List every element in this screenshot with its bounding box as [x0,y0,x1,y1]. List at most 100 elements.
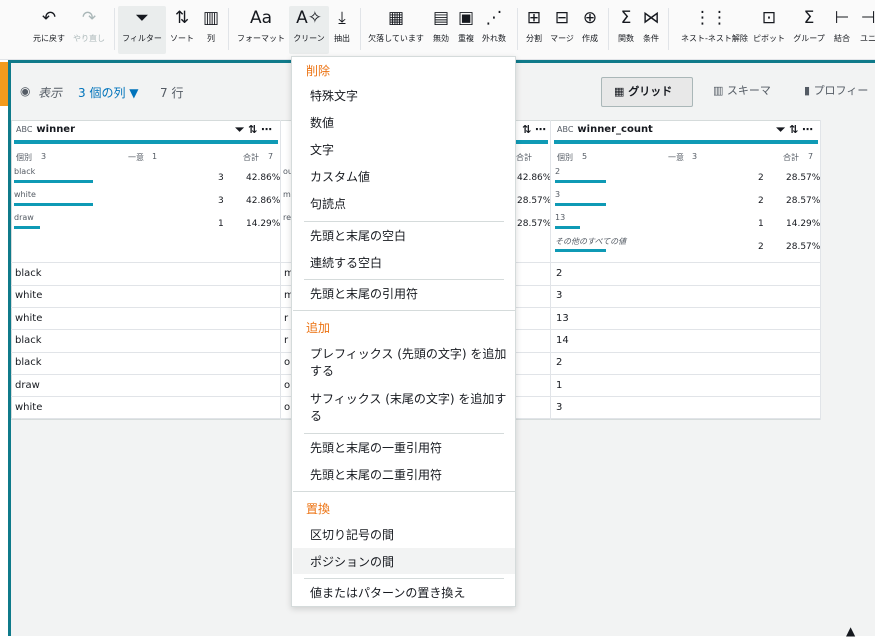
menu-divider [293,310,515,311]
table-cell[interactable]: black [15,263,42,285]
redo-icon: ↷ [81,8,97,28]
table-cell[interactable]: draw [15,375,40,397]
union-button[interactable]: ⊣ ユニ [838,6,875,44]
menu-item-add-suffix[interactable]: サフィックス (末尾の文字) を追加する [310,391,508,425]
column-count-dropdown[interactable]: 3 個の列 ▼ [78,84,139,101]
toolbar-separator [114,8,115,50]
union-icon: ⊣ [860,8,875,28]
menu-item-trim-quotes[interactable]: 先頭と末尾の引用符 [310,286,508,303]
profile-value: 13 [555,213,566,222]
profile-bar [14,203,93,206]
profile-value: 3 [555,190,561,199]
toolbar-separator [608,8,609,50]
table-cell[interactable]: 2 [556,263,562,285]
clean-dropdown-menu: 削除 特殊文字 数値 文字 カスタム値 句読点 先頭と末尾の空白 連続する空白 … [291,56,516,607]
menu-item-custom-value[interactable]: カスタム値 [310,169,508,186]
table-cell[interactable]: white [15,285,42,307]
menu-item-add-prefix[interactable]: プレフィックス (先頭の文字) を追加する [310,346,508,380]
redo-button[interactable]: ↷ やり直し [59,6,119,44]
extract-label: 抽出 [334,34,350,43]
total-value: 7 [808,152,814,161]
profile-value: black [14,167,36,176]
table-cell[interactable]: o [284,397,290,419]
profile-bar [555,180,606,183]
distinct-label: 個別 [16,153,32,162]
column-header-winner-count[interactable]: ABC winner_count ⏷ ⇅ ⋯ [557,120,819,142]
column-divider [820,120,821,420]
menu-item-between-positions[interactable]: ポジションの間 [310,554,508,571]
tab-schema[interactable]: ▥ スキーマ [701,77,786,107]
profile-bar [14,226,40,229]
menu-item-letters[interactable]: 文字 [310,142,508,159]
extract-button[interactable]: ⤓ 抽出 [312,6,372,44]
profile-percent: 28.57% [786,196,821,206]
table-cell[interactable]: 3 [556,285,562,307]
menu-item-special-chars[interactable]: 特殊文字 [310,88,508,105]
table-cell[interactable]: 1 [556,375,562,397]
distinct-label: 個別 [557,153,573,162]
redo-label: やり直し [73,34,105,43]
unique-value: 3 [692,152,698,161]
table-cell[interactable]: r [284,330,288,352]
profile-value: white [14,190,36,199]
table-cell[interactable]: r [284,308,288,330]
tab-grid[interactable]: ▦ グリッド [601,77,693,107]
distinct-value: 3 [41,152,47,161]
profile-value-partial: m [283,190,291,199]
menu-divider [304,279,504,280]
column-tools[interactable]: ⏷ ⇅ ⋯ [235,120,272,140]
toolbar-separator [517,8,518,50]
condition-icon: ⋈ [642,8,660,28]
nest-unnest-label: ネスト-ネスト解除 [681,34,748,43]
format-label: フォーマット [237,34,285,43]
total-label: 合計 [516,153,532,162]
profile-percent: 28.57% [786,173,821,183]
menu-divider [304,433,504,434]
table-cell[interactable]: 14 [556,330,569,352]
nest-icon: ⋮⋮ [694,8,728,28]
table-cell[interactable]: o [284,352,290,374]
schema-icon: ▥ [713,84,727,97]
condition-button[interactable]: ⋈ 条件 [621,6,681,44]
total-label: 合計 [783,153,799,162]
column-quality-bar [554,140,818,144]
profile-percent: 28.57% [517,196,552,206]
condition-label: 条件 [643,34,659,43]
table-cell[interactable]: 3 [556,397,562,419]
column-tools[interactable]: ⏷ ⇅ ⋯ [776,120,813,140]
profile-bar [555,249,606,252]
table-cell[interactable]: 2 [556,352,562,374]
column-tools[interactable]: ⇅ ⋯ [512,120,548,142]
table-cell[interactable]: black [15,352,42,374]
menu-divider [293,491,515,492]
view-label: 表示 [38,86,63,100]
table-cell[interactable]: o [284,375,290,397]
table-cell[interactable]: white [15,397,42,419]
side-accent-bar [0,62,8,106]
menu-item-trim-whitespace[interactable]: 先頭と末尾の空白 [310,228,508,245]
menu-item-between-delimiters[interactable]: 区切り記号の間 [310,527,508,544]
transform-toolbar: ↶ 元に戻す ↷ やり直し ⏷ フィルター ⇅ ソート ▥ 列 Aa フォーマット A✧ クリーン ⤓ 抽出 ▦… [0,0,875,60]
menu-item-numbers[interactable]: 数値 [310,115,508,132]
column-header-winner[interactable]: ABC winner ⏷ ⇅ ⋯ [16,120,278,142]
menu-item-punctuation[interactable]: 句読点 [310,196,508,213]
nest-unnest-button[interactable]: ⋮⋮ ネスト-ネスト解除 [681,6,748,44]
menu-item-double-quotes[interactable]: 先頭と末尾の二重引用符 [310,467,508,484]
menu-section-replace: 置換 [306,502,331,516]
table-cell[interactable]: 13 [556,308,569,330]
profile-icon: ▮ [804,84,814,97]
distinct-value: 5 [582,152,588,161]
table-cell[interactable]: black [15,330,42,352]
table-cell[interactable]: white [15,308,42,330]
profile-percent: 42.86% [246,196,281,206]
profile-percent: 14.29% [246,219,281,229]
menu-item-single-quotes[interactable]: 先頭と末尾の一重引用符 [310,440,508,457]
tab-profile[interactable]: ▮ プロフィー [792,77,875,107]
format-button[interactable]: Aa フォーマット [231,6,291,44]
column-quality-bar [14,140,278,144]
menu-item-replace-value-pattern[interactable]: 値またはパターンの置き換え [310,585,508,602]
column-quality-bar [516,140,548,144]
menu-item-consecutive-whitespace[interactable]: 連続する空白 [310,255,508,272]
union-label: ユニ [860,34,875,43]
eye-icon: ◉ [20,84,31,98]
